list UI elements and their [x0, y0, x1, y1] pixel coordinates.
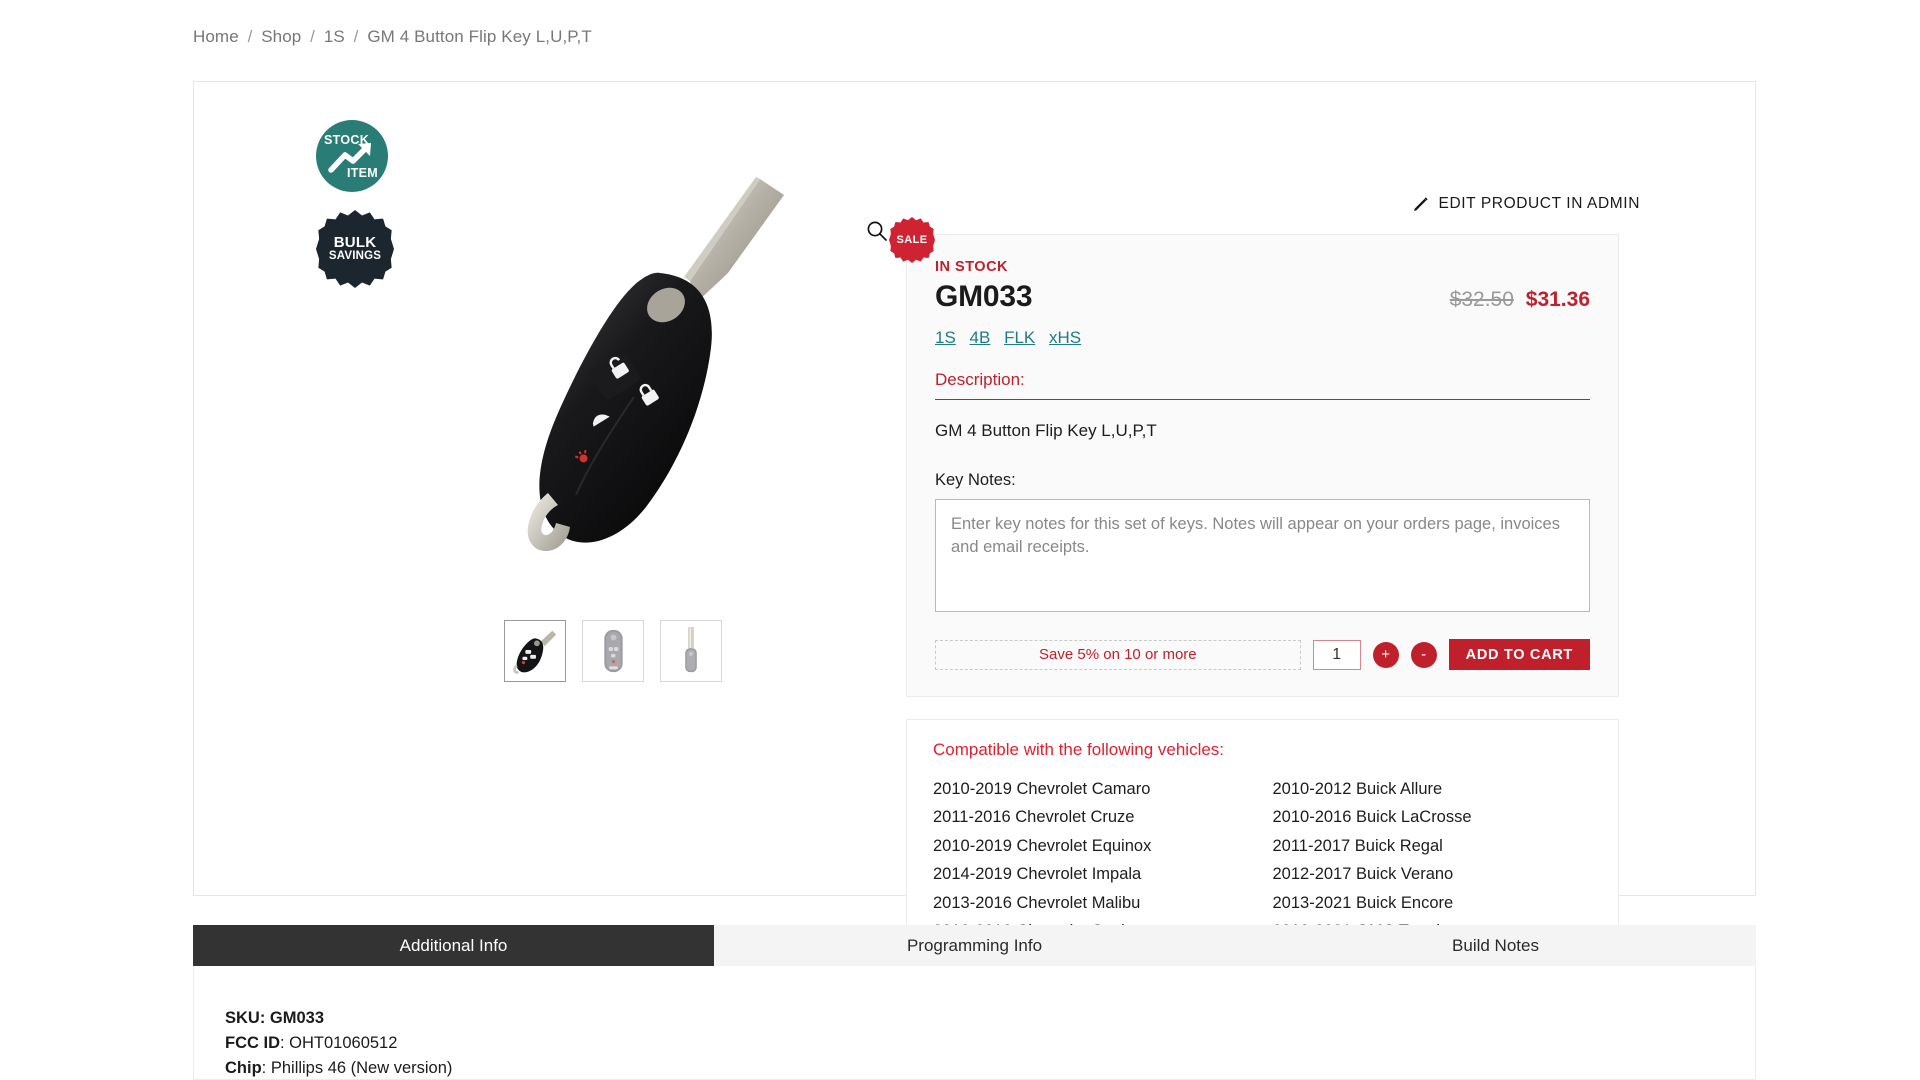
spec-row-sku: SKU: GM033 [225, 1006, 1755, 1031]
compat-item: 2011-2016 Chevrolet Cruze [933, 808, 1135, 827]
stock-item-badge: STOCK ITEM [316, 120, 388, 192]
compatibility-heading: Compatible with the following vehicles: [933, 740, 1225, 759]
thumbnail-list [504, 620, 722, 682]
edit-product-in-admin-link[interactable]: EDIT PRODUCT IN ADMIN [1412, 195, 1641, 213]
compatibility-grid: 2010-2019 Chevrolet Camaro 2010-2012 Bui… [933, 778, 1592, 944]
main-product-image[interactable] [484, 177, 844, 597]
breadcrumb-item-shop[interactable]: Shop [261, 27, 301, 46]
breadcrumb-item-home[interactable]: Home [193, 27, 239, 46]
product-card: STOCK ITEM BULK SAVINGS EDIT PRODUCT IN … [193, 81, 1756, 971]
product-tabs: Additional Info Programming Info Build N… [193, 925, 1756, 966]
page-title: GM033 [935, 280, 1033, 313]
thumbnail-item[interactable] [504, 620, 566, 682]
tab-panel-additional-info: SKU: GM033 FCC ID: OHT01060512 Chip: Phi… [193, 966, 1756, 1080]
spec-value: : OHT01060512 [280, 1034, 398, 1053]
product-tag-xhs[interactable]: xHS [1049, 328, 1081, 347]
key-notes-input[interactable] [935, 499, 1590, 612]
thumbnail-item[interactable] [660, 620, 722, 682]
compat-item: 2014-2019 Chevrolet Impala [933, 865, 1142, 884]
sale-badge: SALE [889, 217, 935, 263]
spec-label: SKU: [225, 1009, 266, 1027]
spec-label: FCC ID [225, 1034, 280, 1053]
pencil-icon [1413, 196, 1428, 211]
bulk-badge-line1: BULK [333, 233, 377, 251]
compat-item: 2013-2021 Buick Encore [1272, 893, 1454, 912]
breadcrumb-item-1s[interactable]: 1S [324, 27, 345, 46]
description-heading: Description: [935, 370, 1590, 400]
tab-additional-info[interactable]: Additional Info [193, 925, 714, 966]
thumbnail-item[interactable] [582, 620, 644, 682]
product-tag-4b[interactable]: 4B [970, 328, 991, 347]
product-gallery: STOCK ITEM BULK SAVINGS [194, 82, 894, 722]
spec-value: GM033 [265, 1009, 325, 1027]
price-original: $32.50 [1449, 288, 1514, 311]
price-sale: $31.36 [1525, 288, 1590, 311]
spec-row-chip: Chip: Phillips 46 (New version) [225, 1056, 1755, 1079]
breadcrumb-separator: / [247, 27, 253, 46]
quantity-increase-button[interactable]: + [1372, 641, 1399, 668]
compat-item: 2010-2019 Chevrolet Equinox [933, 836, 1152, 855]
spec-label: Chip [225, 1059, 262, 1078]
product-badges: STOCK ITEM BULK SAVINGS [316, 120, 406, 288]
product-tag-1s[interactable]: 1S [935, 328, 956, 347]
stock-badge-line2: ITEM [346, 166, 378, 180]
bulk-savings-note: Save 5% on 10 or more [935, 639, 1301, 670]
compat-item: 2011-2017 Buick Regal [1272, 836, 1443, 855]
compat-item: 2010-2019 Chevrolet Camaro [933, 780, 1151, 798]
cart-row: Save 5% on 10 or more + - ADD TO CART [935, 639, 1590, 670]
tab-build-notes[interactable]: Build Notes [1235, 925, 1756, 966]
price-block: $32.50 $31.36 [1450, 288, 1590, 312]
description-text: GM 4 Button Flip Key L,U,P,T [935, 421, 1157, 440]
product-tag-flk[interactable]: FLK [1004, 328, 1035, 347]
breadcrumb-separator: / [353, 27, 359, 46]
compat-item: 2010-2016 Buick LaCrosse [1272, 808, 1472, 827]
bulk-badge-line2: SAVINGS [328, 250, 382, 263]
spec-row-fcc-id: FCC ID: OHT01060512 [225, 1031, 1755, 1056]
key-notes-label: Key Notes: [935, 471, 1016, 489]
product-tag-list: 1S 4B FLK xHS [935, 328, 1590, 348]
stock-status: IN STOCK [935, 259, 1009, 275]
breadcrumb-item-current: GM 4 Button Flip Key L,U,P,T [367, 27, 592, 46]
compat-item: 2012-2017 Buick Verano [1272, 865, 1454, 884]
compat-item: 2013-2016 Chevrolet Malibu [933, 893, 1141, 912]
breadcrumb: Home / Shop / 1S / GM 4 Button Flip Key … [193, 27, 592, 47]
product-info-box: SALE IN STOCK GM033 $32.50 $31.36 1S 4B … [889, 217, 1619, 697]
quantity-input[interactable] [1312, 639, 1361, 670]
breadcrumb-separator: / [310, 27, 315, 46]
product-page: Home / Shop / 1S / GM 4 Button Flip Key … [0, 0, 1920, 1080]
bulk-savings-badge: BULK SAVINGS [316, 210, 394, 288]
compat-item: 2010-2012 Buick Allure [1272, 780, 1443, 798]
quantity-decrease-button[interactable]: - [1410, 641, 1437, 668]
edit-product-label: EDIT PRODUCT IN ADMIN [1438, 195, 1640, 212]
magnifier-icon[interactable] [866, 220, 888, 247]
tab-programming-info[interactable]: Programming Info [714, 925, 1235, 966]
spec-value: : Phillips 46 (New version) [261, 1059, 453, 1078]
add-to-cart-button[interactable]: ADD TO CART [1448, 639, 1590, 670]
